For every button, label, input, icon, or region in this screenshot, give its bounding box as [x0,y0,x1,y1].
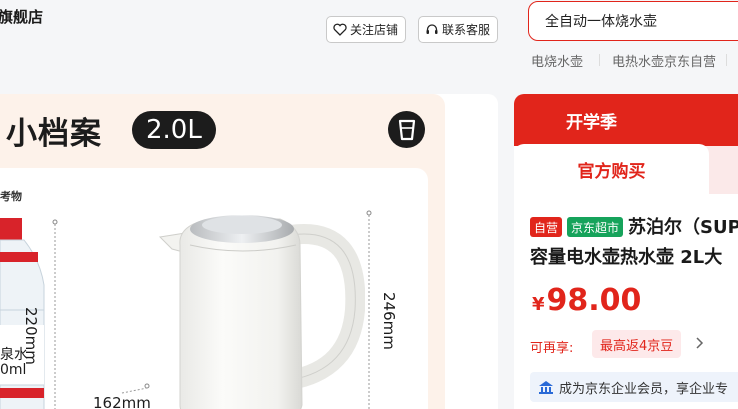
contact-service-label: 联系客服 [442,23,491,37]
depth-dimension: 220mm [22,307,40,365]
follow-store-button[interactable]: 关注店铺 [326,16,406,43]
price-value: 98.00 [546,283,642,318]
currency-symbol: ¥ [532,294,545,315]
enterprise-text: 成为京东企业会员，享企业专 [559,381,729,397]
perk-chip-label: 最高返4京豆 [600,338,674,354]
store-name[interactable]: 旗舰店 [0,6,43,27]
search-input[interactable]: 全自动一体烧水壶 [528,1,738,41]
capacity-badge: 2.0L [132,111,216,149]
jd-supermarket-badge: 京东超市 [567,217,624,237]
hot-search-link[interactable]: 电烧水壶 [531,51,583,70]
follow-store-label: 关注店铺 [350,23,399,37]
archive-title: 小档案 [6,116,102,152]
contact-service-button[interactable]: 联系客服 [418,16,498,43]
self-operated-badge: 自营 [530,217,563,237]
search-input-value: 全自动一体烧水壶 [545,14,657,30]
promo-title: 开学季 [566,113,617,133]
enterprise-icon [539,381,553,394]
heart-icon [333,23,347,36]
divider [726,54,727,66]
product-title: 容量电水壶热水壶 2L大 [530,247,723,268]
width-dimension: 162mm [93,394,151,409]
reference-label: 考物 [0,190,22,203]
height-dimension: 246mm [380,292,398,350]
hot-search-link[interactable]: 电热水壶京东自营 [612,51,716,70]
perk-label: 可再享: [530,341,574,356]
headset-icon [426,24,438,34]
chevron-right-icon[interactable] [694,336,704,350]
divider [599,54,600,66]
enterprise-member-bar[interactable]: 成为京东企业会员，享企业专 [530,372,738,402]
kettle-image [158,215,365,409]
perk-chip[interactable]: 最高返4京豆 [592,330,682,358]
cup-icon [388,111,425,148]
promo-banner [514,94,738,146]
tab-official-purchase[interactable]: 官方购买 [514,144,709,194]
product-title: 苏泊尔（SUP [628,217,738,238]
price: ¥98.00 [532,283,641,318]
tab-official-label: 官方购买 [577,161,646,182]
